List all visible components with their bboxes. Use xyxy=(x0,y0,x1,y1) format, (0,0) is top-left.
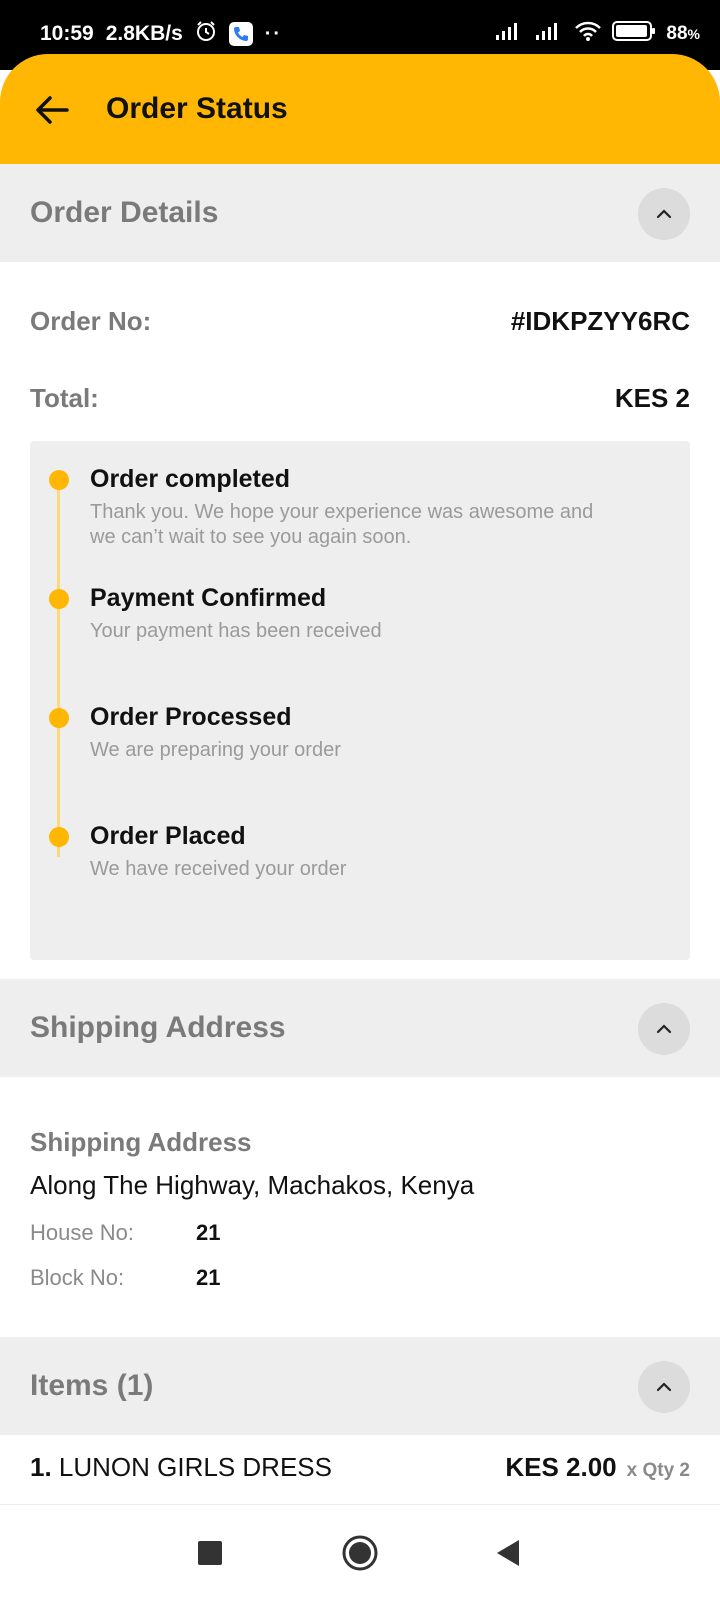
status-right: 88% xyxy=(494,20,700,48)
house-number-row: House No: 21 xyxy=(30,1220,220,1246)
home-button[interactable] xyxy=(334,1527,386,1579)
timeline-step-desc: We have received your order xyxy=(90,858,347,880)
app-bar: Order Status xyxy=(0,54,720,164)
block-number-value: 21 xyxy=(196,1265,221,1290)
order-number-row: Order No: #IDKPZYY6RC xyxy=(30,306,690,337)
timeline-dot xyxy=(49,470,69,490)
timeline-dot xyxy=(49,589,69,609)
timeline-step-desc: We are preparing your order xyxy=(90,739,341,761)
timeline-step-title: Order completed xyxy=(90,465,291,493)
triangle-left-icon xyxy=(497,1540,519,1566)
alarm-icon xyxy=(195,20,217,48)
system-nav-bar xyxy=(0,1504,720,1600)
phone-call-icon xyxy=(228,22,253,46)
signal-icon xyxy=(494,21,524,47)
house-number-label: House No: xyxy=(30,1220,134,1245)
items-title: Items (1) xyxy=(30,1369,154,1402)
order-number-label: Order No: xyxy=(30,306,152,336)
timeline-dot xyxy=(49,827,69,847)
order-details-collapse-button[interactable] xyxy=(638,188,690,240)
order-number-value: #IDKPZYY6RC xyxy=(510,306,690,336)
timeline-connector xyxy=(57,479,60,857)
shipping-address-header: Shipping Address xyxy=(0,979,720,1077)
status-network-speed: 2.8KB/s xyxy=(105,22,183,45)
order-total-label: Total: xyxy=(30,383,99,413)
shipping-collapse-button[interactable] xyxy=(638,1003,690,1055)
battery-percent: 88% xyxy=(666,23,700,44)
item-title: LUNON GIRLS DRESS xyxy=(58,1452,332,1482)
signal-icon-2 xyxy=(534,21,564,47)
item-name: 1. LUNON GIRLS DRESS xyxy=(30,1452,332,1483)
shipping-address-title: Shipping Address xyxy=(30,1011,286,1044)
status-time: 10:59 xyxy=(40,22,94,45)
system-back-button[interactable] xyxy=(482,1527,534,1579)
order-timeline: Order completed Thank you. We hope your … xyxy=(30,441,690,960)
timeline-dot xyxy=(49,708,69,728)
timeline-step-title: Payment Confirmed xyxy=(90,584,327,612)
item-quantity: x Qty 2 xyxy=(626,1460,690,1481)
square-icon xyxy=(198,1541,222,1565)
back-button[interactable] xyxy=(30,88,74,132)
shipping-address-value: Along The Highway, Machakos, Kenya xyxy=(30,1170,475,1200)
recents-button[interactable] xyxy=(184,1527,236,1579)
arrow-left-icon xyxy=(36,96,69,124)
timeline-step-title: Order Placed xyxy=(90,822,246,850)
item-price: KES 2.00 xyxy=(505,1452,617,1482)
order-details-header: Order Details xyxy=(0,164,720,262)
chevron-up-icon xyxy=(656,209,672,219)
status-left: 10:59 2.8KB/s ·· xyxy=(40,20,282,48)
shipping-address-label: Shipping Address xyxy=(30,1127,252,1157)
list-item: 1. LUNON GIRLS DRESS KES 2.00 x Qty 2 xyxy=(30,1452,690,1483)
house-number-value: 21 xyxy=(196,1220,221,1245)
timeline-step-title: Order Processed xyxy=(90,703,292,731)
chevron-up-icon xyxy=(656,1024,672,1034)
item-price-qty: KES 2.00 x Qty 2 xyxy=(505,1452,690,1483)
items-collapse-button[interactable] xyxy=(638,1361,690,1413)
page-title: Order Status xyxy=(106,92,288,125)
more-notifications-icon: ·· xyxy=(264,22,283,45)
battery-icon xyxy=(612,20,656,48)
wifi-icon xyxy=(574,20,602,48)
order-total-row: Total: KES 2 xyxy=(30,383,690,414)
items-header: Items (1) xyxy=(0,1337,720,1435)
circle-icon xyxy=(342,1535,378,1571)
item-number: 1. xyxy=(30,1452,52,1482)
chevron-up-icon xyxy=(656,1382,672,1392)
order-total-value: KES 2 xyxy=(614,383,690,413)
timeline-step-desc: Your payment has been received xyxy=(90,620,382,642)
block-number-row: Block No: 21 xyxy=(30,1265,220,1291)
order-details-title: Order Details xyxy=(30,196,219,229)
block-number-label: Block No: xyxy=(30,1265,125,1290)
timeline-step-desc: Thank you. We hope your experience was a… xyxy=(90,501,594,548)
